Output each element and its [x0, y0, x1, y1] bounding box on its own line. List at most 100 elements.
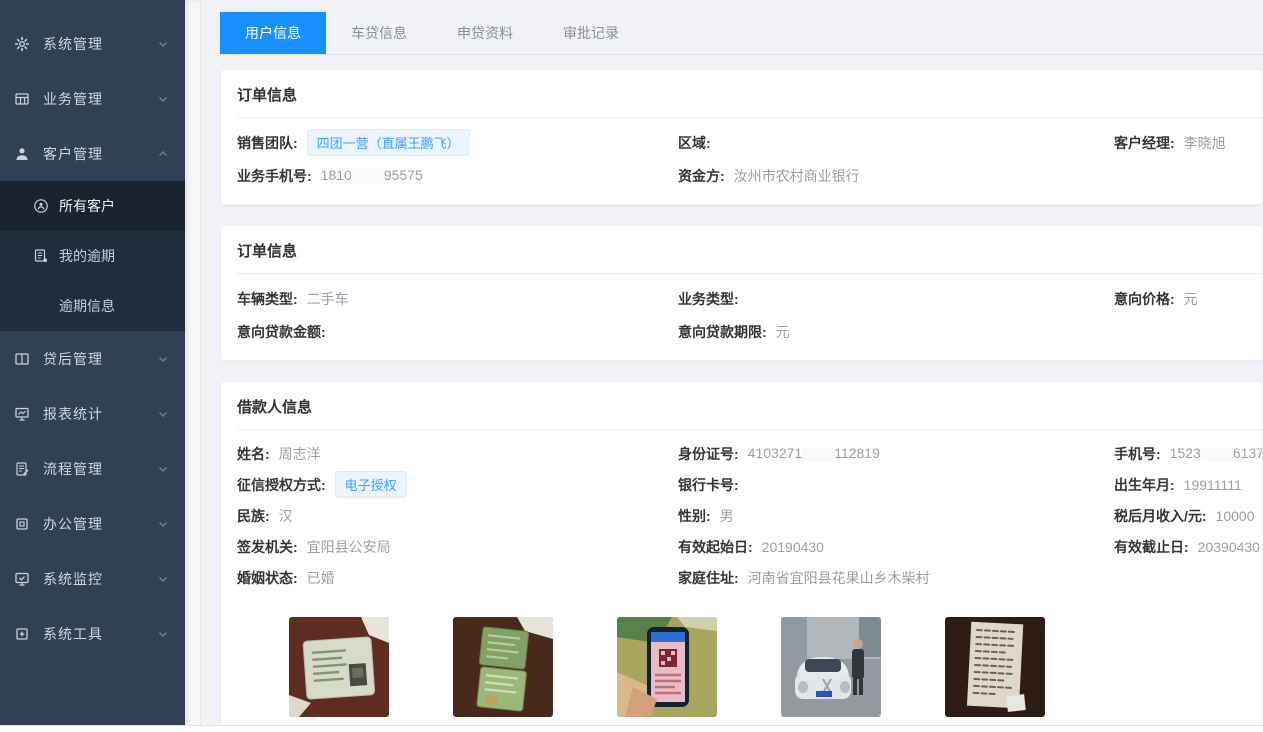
section-title: 订单信息	[237, 240, 1262, 274]
sidebar-item-office-management[interactable]: 办公管理	[0, 496, 185, 551]
photo-credit-qr[interactable]: 征信报告	[617, 617, 717, 732]
field-label: 出生年月:	[1114, 475, 1175, 495]
field-value: 4103271112819	[748, 445, 880, 462]
field-value: 元	[776, 322, 790, 342]
field-label: 征信授权方式:	[237, 475, 326, 495]
sidebar-scrollbar[interactable]	[185, 0, 201, 732]
field-label: 意向贷款金额:	[237, 322, 326, 342]
horizontal-scrollbar[interactable]	[0, 726, 1263, 732]
field-birth-date: 出生年月: 19911111	[1114, 469, 1262, 500]
tab-car-loan-info[interactable]: 车贷信息	[326, 12, 432, 54]
sidebar-item-my-overdue[interactable]: 我的逾期	[0, 231, 185, 281]
photo-car-owner[interactable]: 人车合影	[781, 617, 881, 732]
sidebar: 系统管理 业务管理 客户管理 所有客户 我的逾期 逾期信息	[0, 0, 185, 732]
masked-digits	[352, 169, 384, 184]
chevron-up-icon	[157, 148, 169, 160]
tab-loan-application-docs[interactable]: 申贷资料	[432, 12, 538, 54]
sidebar-item-system-management[interactable]: 系统管理	[0, 16, 185, 71]
field-label: 性别:	[678, 506, 711, 526]
document-photos-row: 身份证 驾驶证照片	[237, 593, 1262, 732]
order-info-grid: 销售团队: 四团一营（直属王鹏飞） 区域: 客户经理: 李晓旭 业务手机号: 1…	[237, 118, 1262, 192]
credit-auth-tag[interactable]: 电子授权	[335, 471, 407, 498]
order-info-card-2: 订单信息 车辆类型: 二手车 业务类型: 意向价格: 元 意向贷款金额:	[220, 225, 1263, 361]
tab-approval-records[interactable]: 审批记录	[538, 12, 644, 54]
order-info-grid-2: 车辆类型: 二手车 业务类型: 意向价格: 元 意向贷款金额: 意向贷款期限:	[237, 274, 1262, 348]
tab-user-info[interactable]: 用户信息	[220, 12, 326, 54]
field-label: 姓名:	[237, 444, 270, 464]
sidebar-item-label: 系统工具	[43, 624, 157, 644]
sidebar-item-overdue-info[interactable]: 逾期信息	[0, 281, 185, 331]
field-value: 周志洋	[279, 444, 321, 464]
photo-license-booklet[interactable]: 驾驶证照片	[453, 617, 553, 732]
clipboard-icon	[14, 461, 30, 477]
field-value: 汉	[279, 506, 293, 526]
field-intent-loan-amount: 意向贷款金额:	[237, 315, 678, 348]
field-name: 姓名: 周志洋	[237, 438, 678, 469]
chevron-down-icon	[157, 93, 169, 105]
book-icon	[14, 351, 30, 367]
field-value: 19911111	[1184, 477, 1242, 493]
sidebar-item-business-management[interactable]: 业务管理	[0, 71, 185, 126]
field-credit-auth-method: 征信授权方式: 电子授权	[237, 469, 678, 500]
field-account-manager: 客户经理: 李晓旭	[1114, 126, 1262, 159]
chart-icon	[14, 406, 30, 422]
sidebar-item-postloan-management[interactable]: 贷后管理	[0, 331, 185, 386]
field-marital-status: 婚姻状态: 已婚	[237, 562, 678, 593]
chevron-down-icon	[157, 38, 169, 50]
field-business-type: 业务类型:	[678, 282, 1114, 315]
field-sales-team: 销售团队: 四团一营（直属王鹏飞）	[237, 126, 678, 159]
field-value: 二手车	[307, 289, 349, 309]
field-label: 意向贷款期限:	[678, 322, 767, 342]
sidebar-item-label: 贷后管理	[43, 349, 157, 369]
sidebar-item-system-tools[interactable]: 系统工具	[0, 606, 185, 661]
chevron-down-icon	[157, 463, 169, 475]
field-label: 资金方:	[678, 166, 725, 186]
field-monthly-income: 税后月收入/元: 10000	[1114, 500, 1262, 531]
photo-handwritten-note[interactable]: 其他材料	[945, 617, 1045, 732]
license-booklet-photo	[453, 617, 553, 717]
field-label: 车辆类型:	[237, 289, 298, 309]
field-value: 河南省宜阳县花果山乡木柴村	[748, 568, 930, 588]
sidebar-item-process-management[interactable]: 流程管理	[0, 441, 185, 496]
sidebar-item-report-statistics[interactable]: 报表统计	[0, 386, 185, 441]
field-empty	[1114, 562, 1262, 593]
sidebar-item-customer-management[interactable]: 客户管理	[0, 126, 185, 181]
field-value: 宜阳县公安局	[307, 537, 391, 557]
sidebar-item-label: 客户管理	[43, 144, 157, 164]
sidebar-item-system-monitor[interactable]: 系统监控	[0, 551, 185, 606]
section-title: 订单信息	[237, 84, 1262, 118]
sidebar-item-label: 流程管理	[43, 459, 157, 479]
tools-icon	[14, 626, 30, 642]
field-value: 元	[1184, 289, 1198, 309]
field-label: 意向价格:	[1114, 289, 1175, 309]
tab-bar: 用户信息 车贷信息 申贷资料 审批记录	[220, 12, 1263, 55]
field-ethnicity: 民族: 汉	[237, 500, 678, 531]
field-empty	[1114, 159, 1262, 192]
field-label: 税后月收入/元:	[1114, 506, 1207, 526]
sidebar-item-label: 所有客户	[59, 196, 115, 216]
sidebar-submenu-customer: 所有客户 我的逾期 逾期信息	[0, 181, 185, 331]
user-icon	[14, 146, 30, 162]
field-empty	[1114, 315, 1262, 348]
field-value: 181095575	[321, 167, 423, 184]
field-label: 客户经理:	[1114, 133, 1175, 153]
handwritten-note-photo	[945, 617, 1045, 717]
field-issuing-authority: 签发机关: 宜阳县公安局	[237, 531, 678, 562]
field-label: 婚姻状态:	[237, 568, 298, 588]
sales-team-tag[interactable]: 四团一营（直属王鹏飞）	[307, 129, 470, 156]
id-card-photo	[289, 617, 389, 717]
sidebar-item-all-customers[interactable]: 所有客户	[0, 181, 185, 231]
credit-qr-photo	[617, 617, 717, 717]
masked-digits	[802, 447, 834, 462]
sidebar-item-label: 报表统计	[43, 404, 157, 424]
section-title: 借款人信息	[237, 396, 1262, 430]
field-label: 手机号:	[1114, 444, 1161, 464]
field-value: 20390430	[1198, 539, 1260, 555]
field-intent-price: 意向价格: 元	[1114, 282, 1262, 315]
field-label: 区域:	[678, 133, 711, 153]
photo-id-card[interactable]: 身份证	[289, 617, 389, 732]
field-home-address: 家庭住址: 河南省宜阳县花果山乡木柴村	[678, 562, 1114, 593]
field-value: 15236137	[1170, 445, 1262, 462]
field-label: 有效起始日:	[678, 537, 753, 557]
chevron-down-icon	[157, 408, 169, 420]
